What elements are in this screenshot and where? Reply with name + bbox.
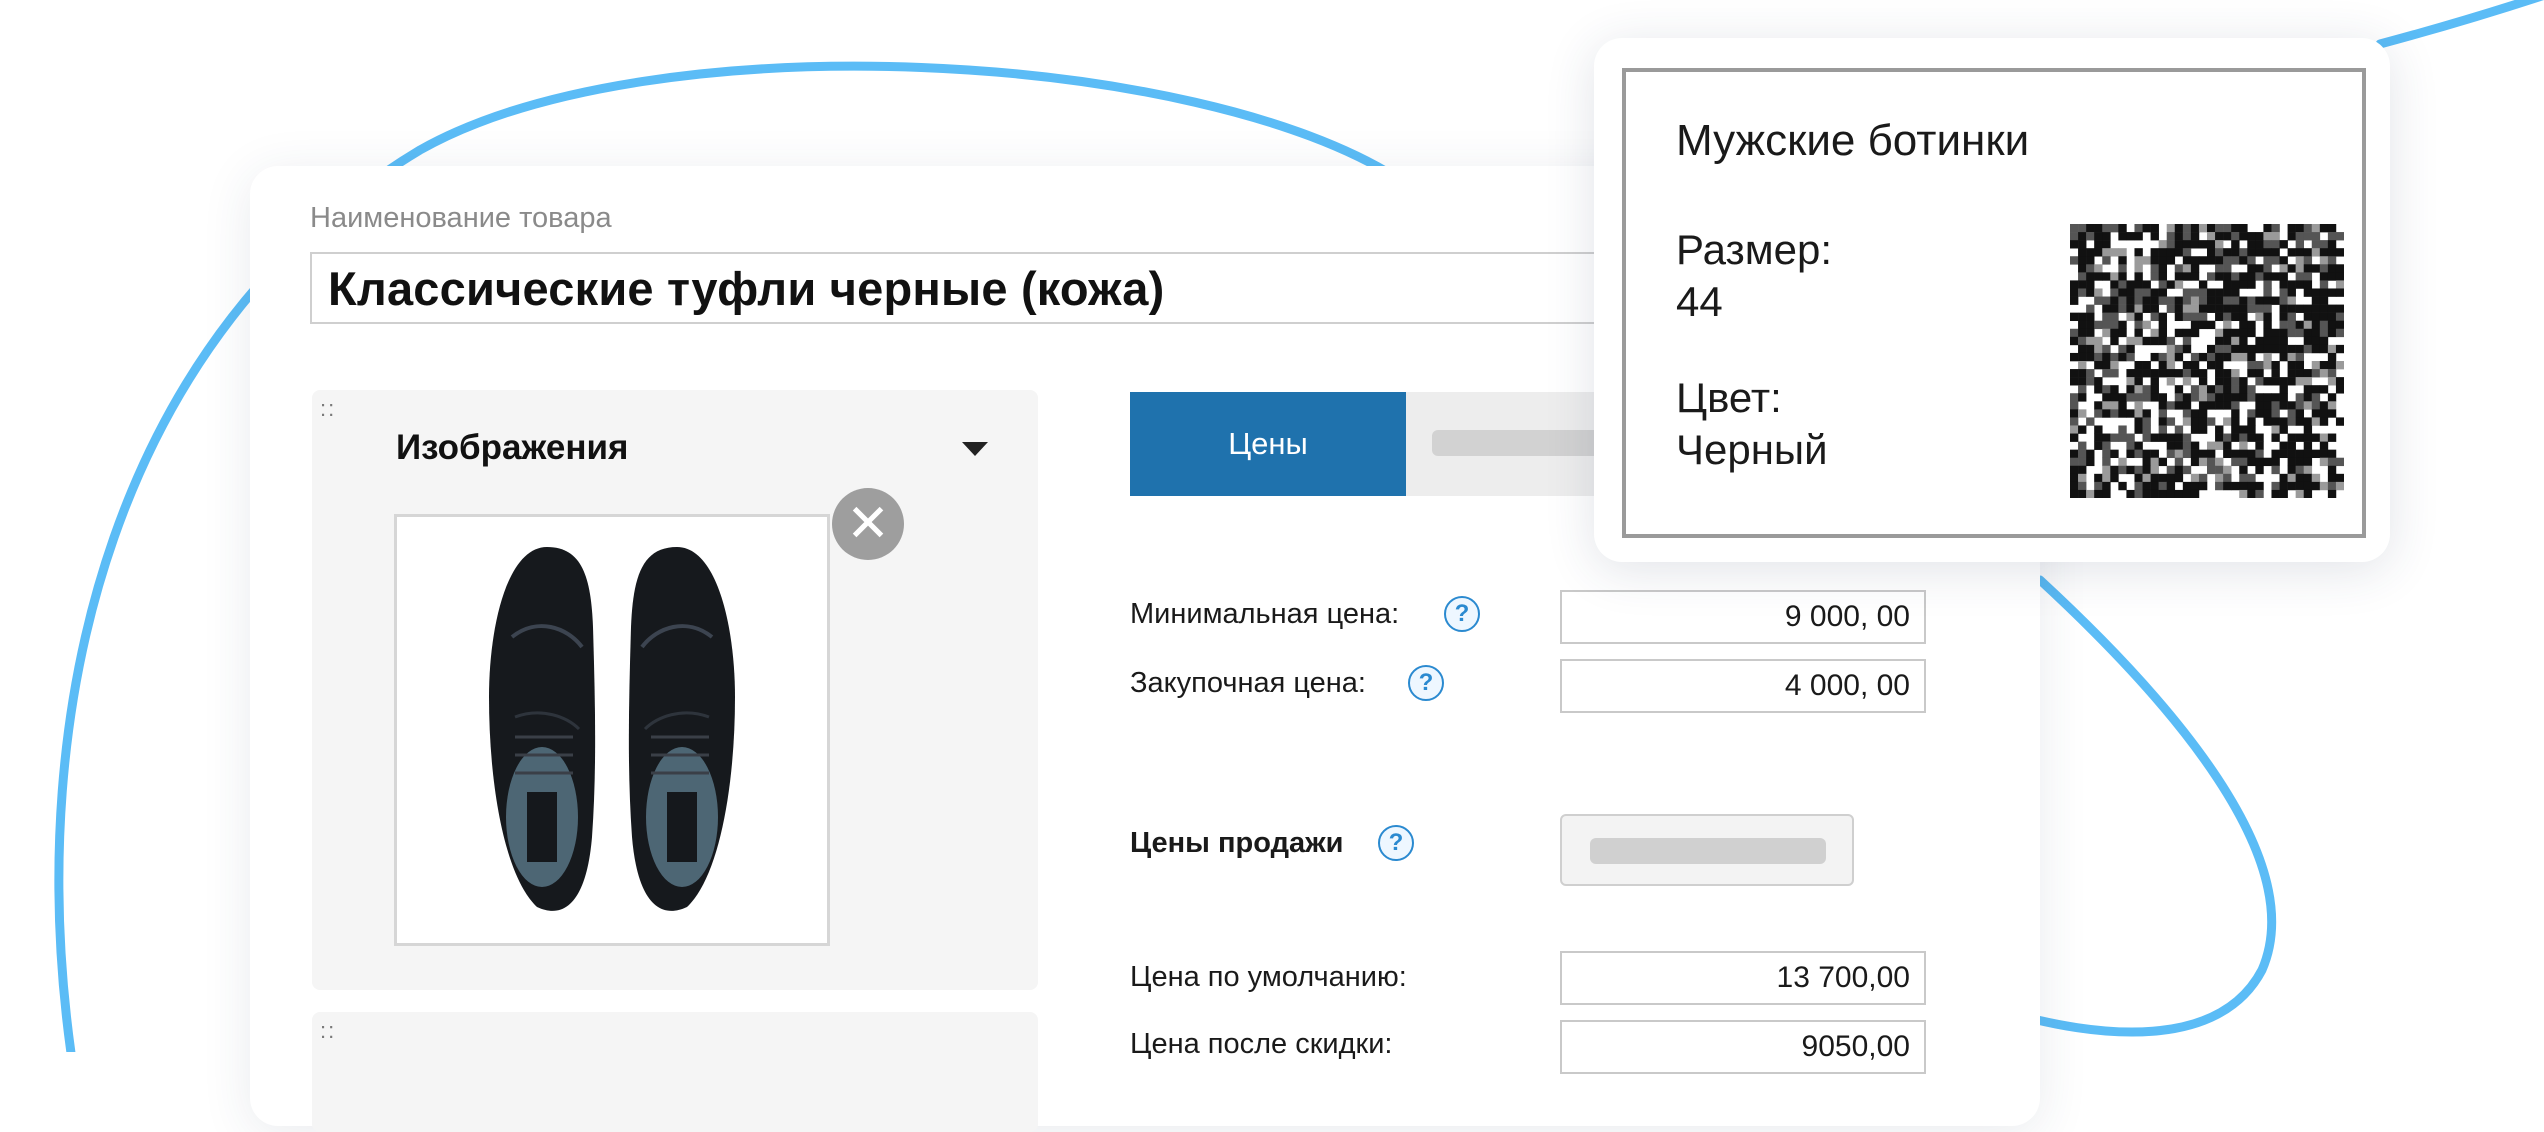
default-price-input[interactable]: 13 700,00 <box>1560 951 1926 1005</box>
drag-handle-icon[interactable]: :: <box>320 398 336 420</box>
product-name-label: Наименование товара <box>310 202 612 234</box>
tab-prices[interactable]: Цены <box>1130 392 1406 496</box>
help-icon[interactable]: ? <box>1444 596 1480 632</box>
product-name-value: Классические туфли черные (кожа) <box>328 261 1165 315</box>
discount-price-label: Цена после скидки: <box>1130 1028 1393 1060</box>
label-title: Мужские ботинки <box>1676 116 2030 165</box>
close-icon[interactable]: ✕ <box>832 488 904 560</box>
product-name-input[interactable]: Классические туфли черные (кожа) <box>310 252 1770 324</box>
images-panel-title: Изображения <box>396 428 629 467</box>
images-panel: :: Изображения ✕ <box>312 390 1038 990</box>
help-icon[interactable]: ? <box>1378 825 1414 861</box>
product-label: Мужские ботинки Размер: 44 Цвет: Черный <box>1622 68 2366 538</box>
purchase-price-label: Закупочная цена: <box>1130 667 1366 699</box>
color-label: Цвет: <box>1676 374 1782 421</box>
sale-prices-select[interactable] <box>1560 814 1854 886</box>
help-icon[interactable]: ? <box>1408 665 1444 701</box>
product-image[interactable] <box>394 514 830 946</box>
discount-price-input[interactable]: 9050,00 <box>1560 1020 1926 1074</box>
min-price-label: Минимальная цена: <box>1130 598 1400 630</box>
qr-code-icon <box>2070 224 2344 498</box>
default-price-label: Цена по умолчанию: <box>1130 961 1407 993</box>
size-value: 44 <box>1676 278 1723 325</box>
product-label-card: Мужские ботинки Размер: 44 Цвет: Черный <box>1594 38 2390 562</box>
color-value: Черный <box>1676 426 1828 473</box>
size-label: Размер: <box>1676 226 1833 273</box>
select-placeholder <box>1590 838 1826 864</box>
sale-prices-label: Цены продажи <box>1130 827 1344 859</box>
drag-handle-icon[interactable]: :: <box>320 1020 336 1042</box>
second-panel: :: <box>312 1012 1038 1132</box>
min-price-input[interactable]: 9 000, 00 <box>1560 590 1926 644</box>
shoes-image <box>489 547 735 911</box>
purchase-price-input[interactable]: 4 000, 00 <box>1560 659 1926 713</box>
chevron-down-icon[interactable] <box>962 442 988 456</box>
